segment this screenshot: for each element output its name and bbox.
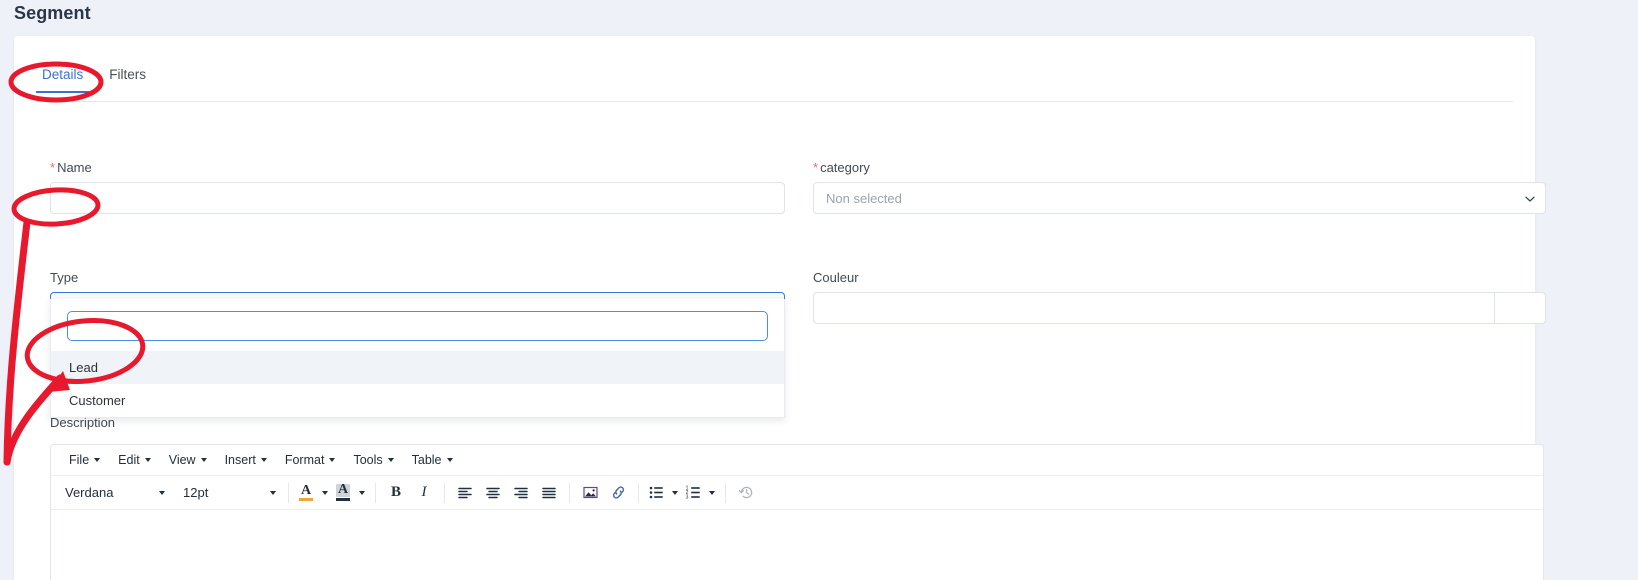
numbered-list-icon[interactable]: 123 bbox=[682, 480, 704, 506]
couleur-label: Couleur bbox=[813, 270, 859, 285]
editor-content-area[interactable] bbox=[51, 510, 1543, 580]
background-color-chevron-icon[interactable] bbox=[354, 480, 369, 506]
caret-down-icon bbox=[446, 458, 453, 462]
restore-draft-icon[interactable] bbox=[732, 480, 760, 506]
type-dropdown-search-input[interactable] bbox=[67, 311, 768, 341]
insert-link-icon[interactable] bbox=[604, 480, 632, 506]
type-dropdown-search-wrap bbox=[51, 311, 784, 351]
type-option-lead[interactable]: Lead bbox=[51, 351, 784, 384]
menu-insert[interactable]: Insert bbox=[217, 450, 275, 471]
segment-card: Details Filters * Name Type Lead Custome… bbox=[14, 36, 1546, 580]
type-dropdown-panel: Lead Customer bbox=[50, 299, 785, 418]
field-category: * category Non selected bbox=[813, 160, 1546, 214]
insert-image-icon[interactable] bbox=[576, 480, 604, 506]
toolbar-separator bbox=[638, 482, 639, 503]
tab-bar: Details Filters bbox=[36, 66, 1513, 102]
menu-table[interactable]: Table bbox=[404, 450, 461, 471]
segment-page: Segment Details Filters *Name Type Lead bbox=[0, 0, 1638, 580]
align-left-icon[interactable] bbox=[451, 480, 479, 506]
menu-view[interactable]: View bbox=[161, 450, 215, 471]
field-couleur: Couleur bbox=[813, 270, 1546, 324]
align-center-icon[interactable] bbox=[479, 480, 507, 506]
align-justify-icon[interactable] bbox=[535, 480, 563, 506]
caret-down-icon bbox=[200, 458, 207, 462]
caret-down-icon bbox=[387, 458, 394, 462]
caret-down-icon bbox=[270, 490, 276, 495]
toolbar-separator bbox=[375, 482, 376, 503]
tab-details[interactable]: Details bbox=[36, 66, 90, 93]
menu-tools[interactable]: Tools bbox=[345, 450, 401, 471]
background-color-icon[interactable]: A bbox=[332, 480, 354, 506]
svg-text:3: 3 bbox=[685, 495, 688, 501]
menu-file[interactable]: File bbox=[61, 450, 108, 471]
menu-edit[interactable]: Edit bbox=[110, 450, 159, 471]
couleur-input-group bbox=[813, 292, 1546, 324]
type-label: Type bbox=[50, 270, 79, 285]
type-option-customer[interactable]: Customer bbox=[51, 384, 784, 417]
form-column-right: * category Non selected Couleur bbox=[813, 160, 1546, 341]
caret-down-icon bbox=[260, 458, 267, 462]
category-label: * category bbox=[813, 160, 870, 175]
caret-down-icon bbox=[159, 490, 165, 495]
align-right-icon[interactable] bbox=[507, 480, 535, 506]
editor-toolbar: Verdana 12pt A A B I 1 2 3 bbox=[51, 476, 1543, 510]
bold-icon[interactable]: B bbox=[382, 480, 410, 506]
couleur-input[interactable] bbox=[813, 292, 1494, 324]
font-size-select[interactable]: 12pt bbox=[177, 480, 282, 506]
bullet-list-chevron-icon[interactable] bbox=[667, 480, 682, 506]
tab-filters[interactable]: Filters bbox=[103, 66, 152, 92]
font-family-select[interactable]: Verdana bbox=[59, 480, 171, 506]
description-rich-text-editor: File Edit View Insert Format Tools Table… bbox=[50, 444, 1544, 580]
name-input[interactable] bbox=[50, 182, 785, 214]
page-title: Segment bbox=[14, 3, 91, 23]
italic-icon[interactable]: I bbox=[410, 480, 438, 506]
bullet-list-icon[interactable] bbox=[645, 480, 667, 506]
required-marker: * bbox=[50, 160, 56, 175]
chevron-down-icon bbox=[1524, 193, 1535, 203]
field-name: * Name bbox=[50, 160, 785, 214]
couleur-swatch-button[interactable] bbox=[1494, 292, 1546, 324]
toolbar-separator bbox=[725, 482, 726, 503]
category-select[interactable]: Non selected bbox=[813, 182, 1546, 214]
text-color-chevron-icon[interactable] bbox=[317, 480, 332, 506]
toolbar-separator bbox=[288, 482, 289, 503]
numbered-list-chevron-icon[interactable] bbox=[704, 480, 719, 506]
menu-format[interactable]: Format bbox=[277, 450, 344, 471]
editor-menubar: File Edit View Insert Format Tools Table bbox=[51, 445, 1543, 476]
toolbar-separator bbox=[569, 482, 570, 503]
name-label: * Name bbox=[50, 160, 92, 175]
caret-down-icon bbox=[329, 458, 336, 462]
required-marker: * bbox=[813, 160, 819, 175]
caret-down-icon bbox=[144, 458, 151, 462]
caret-down-icon bbox=[94, 458, 101, 462]
toolbar-separator bbox=[444, 482, 445, 503]
text-color-icon[interactable]: A bbox=[295, 480, 317, 506]
category-select-value: Non selected bbox=[826, 190, 902, 206]
